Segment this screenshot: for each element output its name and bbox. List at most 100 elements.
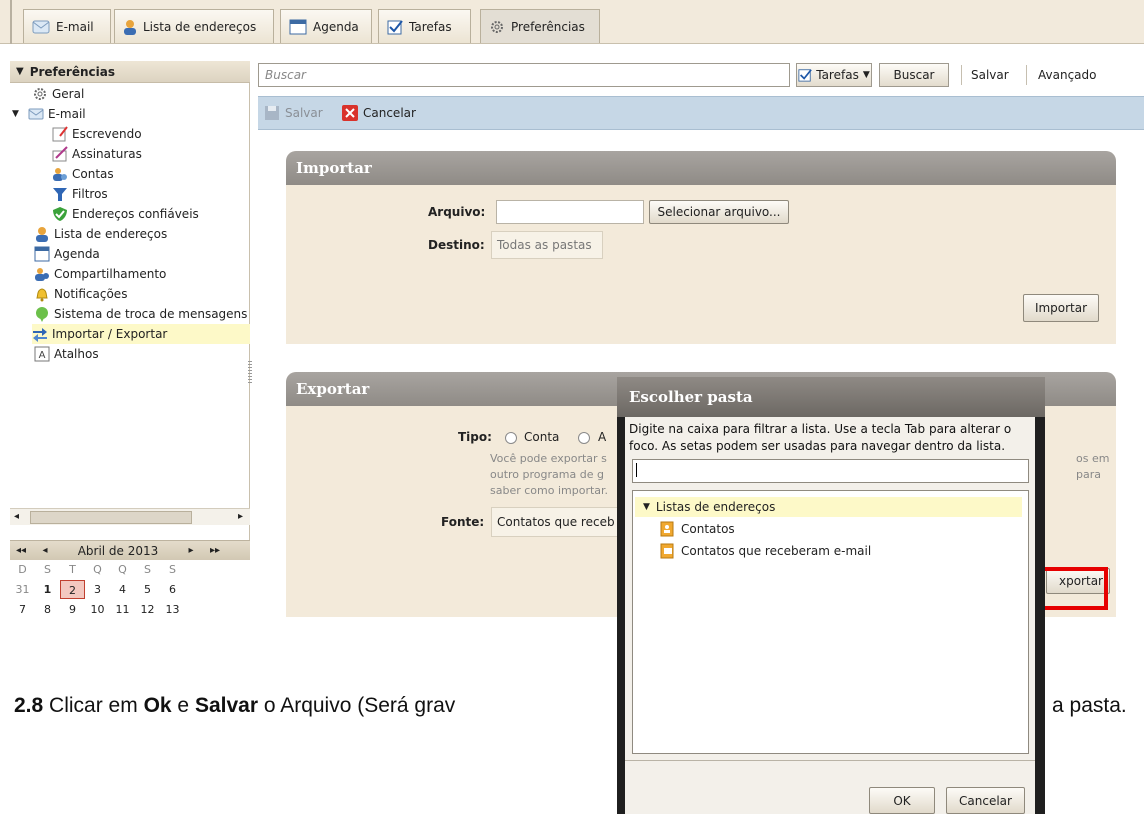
cancel-button[interactable]: Cancelar xyxy=(342,105,416,121)
tab-calendar[interactable]: Agenda xyxy=(280,9,372,43)
sidebar-item-label: E-mail xyxy=(48,107,86,121)
calendar-day[interactable]: 13 xyxy=(160,600,185,619)
chevron-down-icon: ▼ xyxy=(862,70,870,80)
gear-icon xyxy=(491,20,503,33)
save-button[interactable]: Salvar xyxy=(264,105,323,121)
close-icon xyxy=(342,105,358,121)
sidebar-item-agenda[interactable]: Agenda xyxy=(34,244,100,264)
sidebar-item-label: Importar / Exportar xyxy=(52,327,168,341)
tab-tasks[interactable]: Tarefas xyxy=(378,9,471,43)
calendar-day[interactable]: 1 xyxy=(35,580,60,599)
sidebar-item-label: Agenda xyxy=(54,247,100,261)
import-button[interactable]: Importar xyxy=(1023,294,1099,322)
caption-text: o Arquivo (Será grav xyxy=(258,694,456,717)
select-file-button[interactable]: Selecionar arquivo... xyxy=(649,200,789,224)
next-year-icon[interactable]: ▸▸ xyxy=(204,545,226,556)
app-tab-bar: E-mail Lista de endereços Agenda Tarefas… xyxy=(0,0,1144,44)
tree-node-label: Listas de endereços xyxy=(655,500,776,514)
tree-node-label: Contatos que receberam e-mail xyxy=(681,544,872,558)
signature-icon xyxy=(52,146,68,162)
prev-year-icon[interactable]: ◂◂ xyxy=(10,545,32,556)
calendar-day[interactable]: 4 xyxy=(110,580,135,599)
calendar-day[interactable]: 31 xyxy=(10,580,35,599)
sidebar-item-compartilhamento[interactable]: Compartilhamento xyxy=(34,264,166,284)
advanced-search-link[interactable]: Avançado xyxy=(1038,68,1096,82)
next-month-icon[interactable]: ▸ xyxy=(178,545,204,556)
calendar-day[interactable]: 12 xyxy=(135,600,160,619)
type-label: Tipo: xyxy=(458,430,492,444)
type-radio-other[interactable] xyxy=(578,432,590,444)
search-input[interactable]: Buscar xyxy=(258,63,790,87)
dialog-body: Digite na caixa para filtrar a lista. Us… xyxy=(625,417,1035,814)
calendar-day[interactable]: 8 xyxy=(35,600,60,619)
filter-icon xyxy=(53,188,67,201)
folder-filter-input[interactable] xyxy=(632,459,1029,483)
tab-email[interactable]: E-mail xyxy=(23,9,111,43)
sidebar-item-notificacoes[interactable]: Notificações xyxy=(34,284,127,304)
calendar-week-row: 31 1 2 3 4 5 6 xyxy=(10,580,250,599)
source-selector[interactable]: Contatos que receb xyxy=(491,507,621,537)
sidebar-item-geral[interactable]: Geral xyxy=(32,84,84,104)
sharing-icon xyxy=(35,268,49,281)
calendar-header: ◂◂ ◂ Abril de 2013 ▸ ▸▸ xyxy=(10,540,250,560)
cancel-button-label: Cancelar xyxy=(363,106,416,120)
tree-node-contatos[interactable]: Contatos xyxy=(659,521,735,537)
weekday-label: S xyxy=(144,563,151,576)
scroll-left-icon[interactable]: ◂ xyxy=(14,509,19,524)
sidebar-item-assinaturas[interactable]: Assinaturas xyxy=(52,144,142,164)
instruction-caption: 2.8 Clicar em Ok e Salvar o Arquivo (Ser… xyxy=(14,694,455,718)
type-option-label: Conta xyxy=(524,430,560,444)
sidebar-item-filtros[interactable]: Filtros xyxy=(52,184,108,204)
prev-month-icon[interactable]: ◂ xyxy=(32,545,58,556)
save-button-label: Salvar xyxy=(285,106,323,120)
tree-node-contatos-email[interactable]: Contatos que receberam e-mail xyxy=(659,543,871,559)
calendar-day[interactable]: 7 xyxy=(10,600,35,619)
type-radio-conta[interactable] xyxy=(505,432,517,444)
export-description: Você pode exportar s xyxy=(490,452,607,465)
dialog-cancel-button[interactable]: Cancelar xyxy=(946,787,1025,814)
sidebar-item-label: Contas xyxy=(72,167,114,181)
tree-node-address-lists[interactable]: ▼ Listas de endereços xyxy=(635,497,1022,517)
sidebar-item-escrevendo[interactable]: Escrevendo xyxy=(52,124,142,144)
calendar-day-today[interactable]: 2 xyxy=(60,580,85,599)
tab-contacts[interactable]: Lista de endereços xyxy=(114,9,274,43)
calendar-day[interactable]: 6 xyxy=(160,580,185,599)
calendar-day[interactable]: 3 xyxy=(85,580,110,599)
sidebar-item-troca-mensagens[interactable]: Sistema de troca de mensagens xyxy=(34,304,247,324)
search-scope-dropdown[interactable]: Tarefas ▼ xyxy=(796,63,872,87)
export-description: saber como importar. xyxy=(490,484,609,497)
caption-bold: Ok xyxy=(143,694,172,717)
destination-label: Destino: xyxy=(428,238,485,252)
sidebar-item-lista-enderecos[interactable]: Lista de endereços xyxy=(34,224,167,244)
sidebar-item-email[interactable]: ▼ E-mail xyxy=(12,104,86,124)
file-label: Arquivo: xyxy=(428,205,486,219)
sidebar-item-enderecos-confiaveis[interactable]: Endereços confiáveis xyxy=(52,204,199,224)
destination-selector[interactable]: Todas as pastas xyxy=(491,231,603,259)
sidebar-horizontal-scrollbar[interactable]: ◂ ▸ xyxy=(10,508,250,525)
sidebar-item-label: Endereços confiáveis xyxy=(72,207,199,221)
search-button[interactable]: Buscar xyxy=(879,63,949,87)
scrollbar-thumb[interactable] xyxy=(30,511,192,524)
choose-folder-dialog: Escolher pasta Digite na caixa para filt… xyxy=(617,377,1045,814)
tab-preferences[interactable]: Preferências xyxy=(480,9,600,43)
shield-icon xyxy=(53,207,67,221)
sidebar-item-atalhos[interactable]: A Atalhos xyxy=(34,344,99,364)
sidebar-item-importar-exportar[interactable]: Importar / Exportar xyxy=(32,324,250,344)
ok-button[interactable]: OK xyxy=(869,787,935,814)
save-search-link[interactable]: Salvar xyxy=(971,68,1009,82)
calendar-day[interactable]: 9 xyxy=(60,600,85,619)
file-field[interactable] xyxy=(496,200,644,224)
sidebar-item-contas[interactable]: Contas xyxy=(52,164,114,184)
calendar-day[interactable]: 5 xyxy=(135,580,160,599)
folder-tree[interactable]: ▼ Listas de endereços Contatos Contatos … xyxy=(632,490,1029,754)
address-book-icon xyxy=(660,521,674,537)
step-number: 2.8 xyxy=(14,694,44,717)
sidebar-header[interactable]: ▼ Preferências xyxy=(10,61,250,83)
calendar-day[interactable]: 11 xyxy=(110,600,135,619)
import-export-icon xyxy=(33,328,47,342)
splitter-grip[interactable] xyxy=(248,361,252,383)
calendar-day[interactable]: 10 xyxy=(85,600,110,619)
gear-icon xyxy=(34,88,46,100)
scroll-right-icon[interactable]: ▸ xyxy=(238,509,243,524)
search-button-label: Buscar xyxy=(893,68,935,82)
